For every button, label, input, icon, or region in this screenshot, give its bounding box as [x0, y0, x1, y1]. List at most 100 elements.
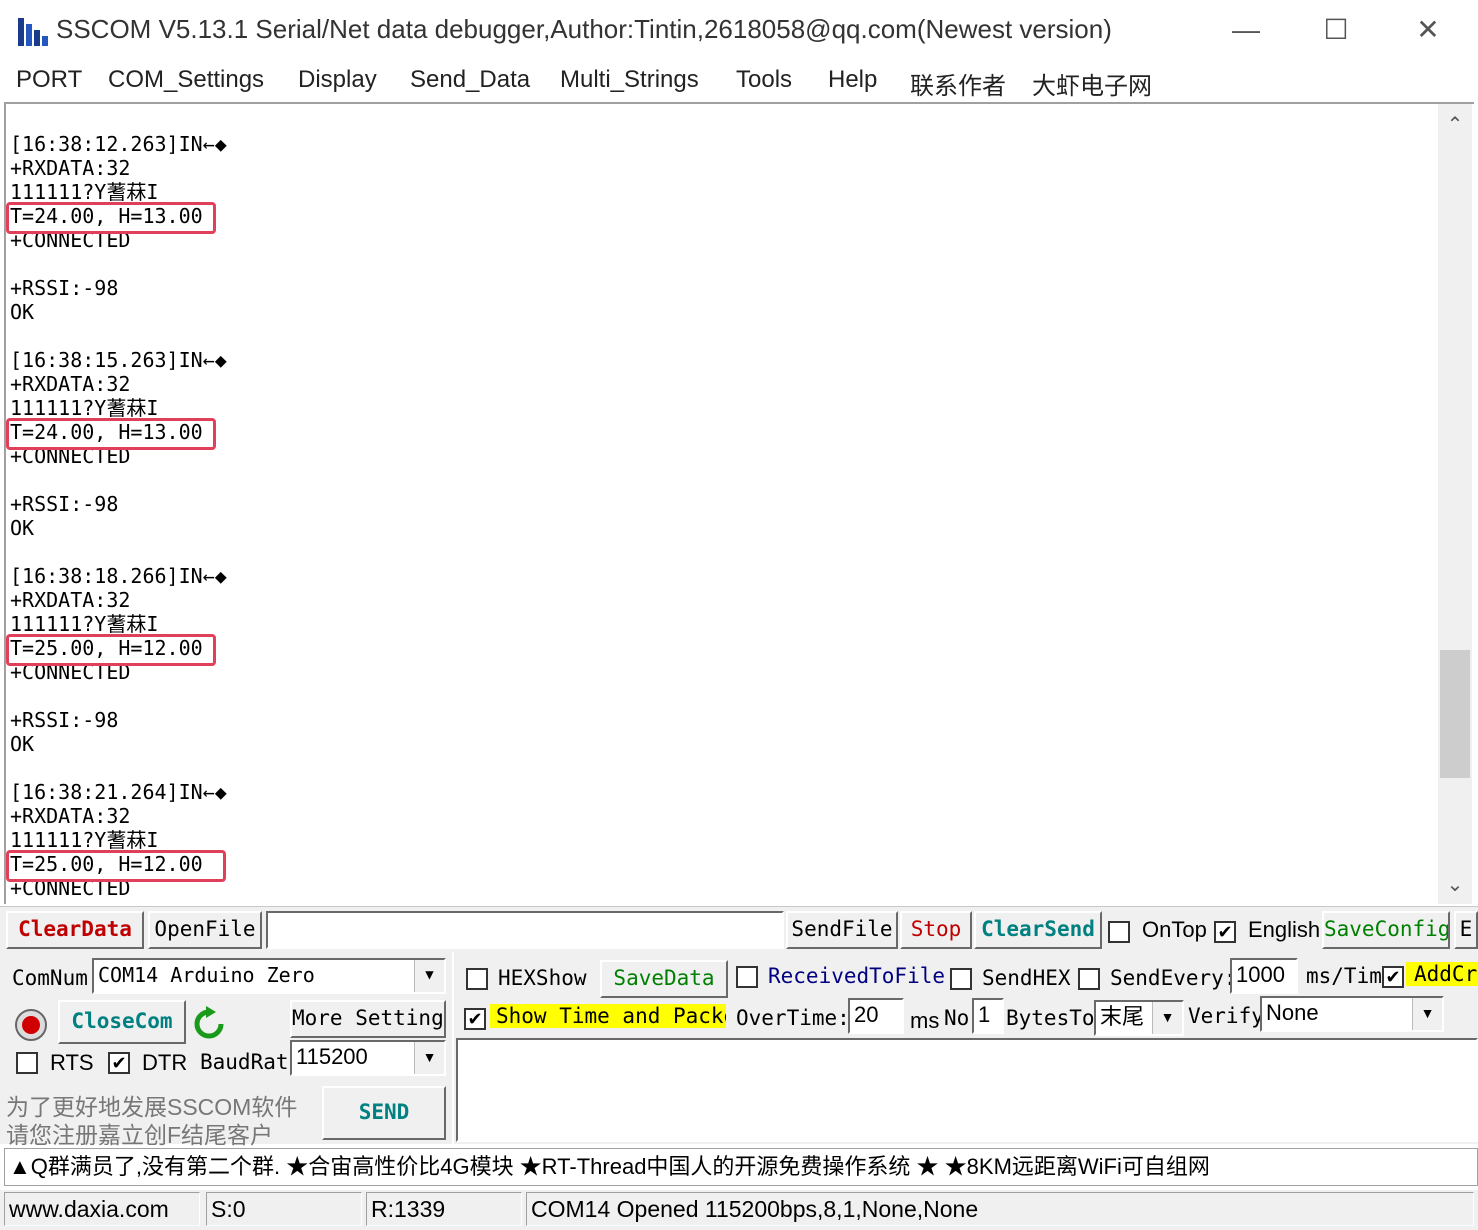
menu-multi-strings[interactable]: Multi_Strings — [560, 66, 699, 94]
receive-line: OK — [10, 300, 35, 324]
send-file-button[interactable]: SendFile — [786, 911, 898, 949]
dtr-checkbox[interactable]: ✔ — [108, 1052, 130, 1074]
com-num-label: ComNum — [12, 966, 88, 990]
status-website[interactable]: www.daxia.com — [4, 1192, 200, 1226]
add-cr-label: AddCr — [1406, 962, 1478, 986]
chevron-down-icon[interactable]: ▼ — [1412, 998, 1442, 1030]
com-num-select[interactable]: COM14 Arduino Zero ▼ — [92, 958, 446, 994]
save-data-button[interactable]: SaveData — [600, 960, 728, 998]
menu-help[interactable]: Help — [828, 66, 877, 94]
ad-banner[interactable]: ▲Q群满员了,没有第二个群. ★合宙高性价比4G模块 ★RT-Thread中国人… — [4, 1148, 1478, 1186]
menu-send-data[interactable]: Send_Data — [410, 66, 530, 94]
hex-show-checkbox[interactable] — [466, 968, 488, 990]
verify-select[interactable]: None ▼ — [1260, 996, 1444, 1032]
ms-label: ms — [910, 1008, 940, 1033]
scroll-down-icon[interactable]: ⌄ — [1438, 872, 1472, 897]
highlight-box — [6, 850, 226, 882]
menu-display[interactable]: Display — [298, 66, 377, 94]
receive-line: +RXDATA:32 — [10, 804, 131, 828]
scroll-up-icon[interactable]: ⌃ — [1438, 112, 1472, 137]
rts-checkbox[interactable] — [16, 1052, 38, 1074]
receive-line: OK — [10, 516, 35, 540]
on-top-checkbox[interactable] — [1108, 921, 1130, 943]
receive-area[interactable]: [16:38:12.263]IN←◆ +RXDATA:32 111111?Y蓍菻I T… — [4, 102, 1474, 904]
receive-line: +RXDATA:32 — [10, 156, 131, 180]
com-num-value: COM14 Arduino Zero — [98, 963, 315, 987]
receive-line: [16:38:18.266]IN←◆ — [10, 564, 227, 588]
receive-line: +RXDATA:32 — [10, 588, 131, 612]
show-time-checkbox[interactable]: ✔ — [464, 1008, 486, 1030]
save-config-button[interactable]: SaveConfig — [1322, 911, 1450, 949]
receive-line — [10, 252, 227, 276]
show-time-label: Show Time and Packe — [490, 1004, 726, 1028]
scroll-thumb[interactable] — [1440, 650, 1470, 778]
verify-label: Verify — [1188, 1004, 1264, 1028]
minimize-icon[interactable]: — — [1226, 12, 1266, 50]
over-time-label: OverTime: — [736, 1006, 850, 1030]
bytes-to-select[interactable]: 末尾 ▼ — [1094, 1000, 1184, 1036]
rts-label: RTS — [50, 1050, 94, 1075]
verify-value: None — [1266, 1000, 1319, 1025]
add-cr-checkbox[interactable]: ✔ — [1382, 966, 1404, 988]
baud-rate-select[interactable]: 115200 ▼ — [290, 1040, 446, 1076]
menu-daxia-site[interactable]: 大虾电子网 — [1032, 66, 1152, 101]
receive-line: +RSSI:-98 — [10, 276, 119, 300]
english-label: English — [1248, 917, 1321, 942]
toolbar-row: ClearData OpenFile SendFile Stop ClearSe… — [0, 906, 1478, 952]
menu-tools[interactable]: Tools — [736, 66, 792, 94]
send-every-input[interactable]: 1000 — [1230, 958, 1298, 994]
send-hex-label: SendHEX — [982, 966, 1071, 990]
menu-bar: PORT COM_Settings Display Send_Data Mult… — [0, 62, 1478, 102]
no-input[interactable]: 1 — [972, 998, 1004, 1034]
extend-button[interactable]: E — [1454, 911, 1478, 949]
receive-line — [10, 468, 227, 492]
menu-com-settings[interactable]: COM_Settings — [108, 66, 264, 94]
status-port-state: COM14 Opened 115200bps,8,1,None,None — [526, 1192, 1474, 1226]
dtr-label: DTR — [142, 1050, 188, 1075]
promo-line-2: 请您注册嘉立创F结尾客户 — [6, 1122, 274, 1148]
receive-line: 111111?Y蓍菻I — [10, 612, 159, 636]
more-settings-button[interactable]: More Settings — [290, 1000, 446, 1038]
app-icon — [18, 18, 48, 46]
over-time-input[interactable]: 20 — [848, 998, 904, 1034]
window-title: SSCOM V5.13.1 Serial/Net data debugger,A… — [56, 14, 1112, 44]
clear-data-button[interactable]: ClearData — [6, 911, 144, 949]
close-icon[interactable]: ✕ — [1408, 12, 1448, 50]
receive-line — [10, 324, 227, 348]
send-hex-checkbox[interactable] — [950, 968, 972, 990]
bytes-to-value: 末尾 — [1100, 1004, 1145, 1029]
receive-line: 111111?Y蓍菻I — [10, 396, 159, 420]
ms-tim-label: ms/Tim — [1306, 964, 1382, 988]
received-to-file-label: ReceivedToFile — [768, 964, 946, 988]
stop-button[interactable]: Stop — [900, 911, 972, 949]
receive-scrollbar[interactable]: ⌃ ⌄ — [1438, 104, 1472, 904]
hex-show-label: HEXShow — [498, 966, 587, 990]
receive-line: 111111?Y蓍菻I — [10, 828, 159, 852]
chevron-down-icon[interactable]: ▼ — [1152, 1002, 1182, 1034]
send-every-checkbox[interactable] — [1078, 968, 1100, 990]
port-status-icon — [15, 1009, 47, 1041]
send-every-label: SendEvery: — [1110, 966, 1237, 990]
chevron-down-icon[interactable]: ▼ — [414, 960, 444, 992]
receive-line — [10, 756, 227, 780]
english-checkbox[interactable]: ✔ — [1214, 921, 1236, 943]
receive-line: OK — [10, 732, 35, 756]
received-to-file-checkbox[interactable] — [736, 966, 758, 988]
chevron-down-icon[interactable]: ▼ — [414, 1042, 444, 1074]
menu-contact-author[interactable]: 联系作者 — [910, 66, 1006, 101]
clear-send-button[interactable]: ClearSend — [974, 911, 1102, 949]
receive-line: [16:38:21.264]IN←◆ — [10, 780, 227, 804]
file-path-input[interactable] — [266, 911, 784, 949]
menu-port[interactable]: PORT — [16, 66, 82, 94]
close-com-button[interactable]: CloseCom — [58, 1000, 186, 1044]
receive-line: 111111?Y蓍菻I — [10, 180, 159, 204]
receive-line — [10, 540, 227, 564]
status-sent: S:0 — [206, 1192, 362, 1226]
receive-line: [16:38:15.263]IN←◆ — [10, 348, 227, 372]
open-file-button[interactable]: OpenFile — [148, 911, 262, 949]
refresh-icon[interactable] — [192, 1006, 226, 1042]
receive-line: +RXDATA:32 — [10, 372, 131, 396]
send-button[interactable]: SEND — [322, 1086, 446, 1140]
maximize-icon[interactable]: ☐ — [1316, 12, 1356, 50]
send-text-input[interactable] — [456, 1038, 1478, 1142]
